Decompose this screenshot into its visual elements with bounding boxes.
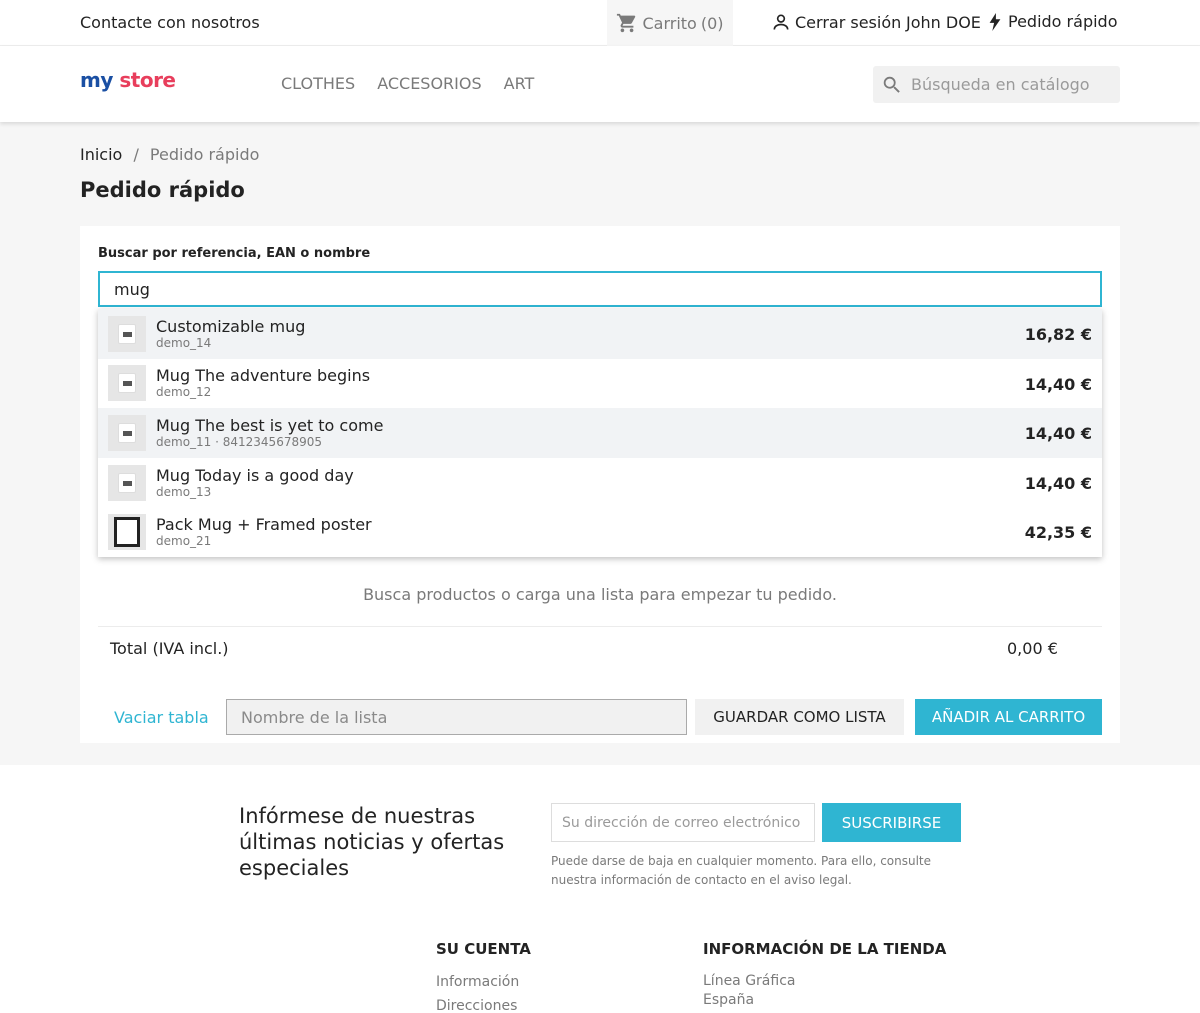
result-text: Mug The best is yet to come demo_11 · 84… (156, 416, 383, 450)
quick-order-link[interactable]: Pedido rápido (988, 12, 1117, 31)
footer-store-title: Información de la tienda (703, 940, 947, 958)
product-search-input[interactable] (98, 271, 1102, 307)
search-result-item[interactable]: Mug The best is yet to come demo_11 · 84… (98, 408, 1102, 458)
save-as-list-button[interactable]: Guardar como lista (695, 699, 904, 735)
divider (98, 626, 1102, 627)
search-result-item[interactable]: Mug Today is a good day demo_13 14,40 € (98, 458, 1102, 508)
total-value: 0,00 € (1007, 639, 1058, 658)
result-name: Mug Today is a good day (156, 465, 354, 485)
page-title: Pedido rápido (80, 178, 245, 202)
search-result-item[interactable]: Customizable mug demo_14 16,82 € (98, 309, 1102, 359)
result-price: 42,35 € (1024, 523, 1092, 543)
newsletter-note: Puede darse de baja en cualquier momento… (551, 854, 932, 887)
main-nav: CLOTHES ACCESORIOS ART (281, 74, 534, 93)
subscribe-button[interactable]: Suscribirse (822, 803, 961, 842)
mug-icon (118, 472, 136, 493)
nav-item-clothes[interactable]: CLOTHES (281, 74, 355, 93)
result-name: Customizable mug (156, 316, 306, 336)
cart-icon (617, 13, 636, 33)
result-reference: demo_11 · 8412345678905 (156, 434, 322, 449)
product-thumbnail (108, 365, 146, 402)
catalog-search (873, 66, 1120, 103)
product-thumbnail (108, 414, 146, 451)
frame-icon (114, 517, 140, 548)
result-name: Mug The best is yet to come (156, 415, 384, 435)
result-price: 14,40 € (1024, 473, 1092, 493)
product-thumbnail (108, 315, 146, 352)
footer-account-title: Su cuenta (436, 940, 531, 958)
top-bar: Contacte con nosotros Carrito (0) Cerrar… (0, 0, 1200, 46)
result-reference: demo_12 (156, 385, 212, 400)
cart-count: (0) (700, 13, 724, 33)
result-reference: demo_21 (156, 534, 212, 549)
result-reference: demo_14 (156, 335, 212, 350)
cart-label: Carrito (642, 13, 697, 33)
nav-item-accesorios[interactable]: ACCESORIOS (377, 74, 481, 93)
empty-order-message: Busca productos o carga una lista para e… (363, 585, 837, 604)
logo-text-store: store (119, 68, 176, 92)
total-label: Total (IVA incl.) (110, 639, 229, 658)
quick-order-label: Pedido rápido (1008, 12, 1118, 31)
logo-text-my: my (80, 68, 113, 92)
result-price: 14,40 € (1024, 424, 1092, 444)
product-search-label: Buscar por referencia, EAN o nombre (98, 246, 371, 261)
mug-icon (118, 373, 136, 394)
result-text: Mug Today is a good day demo_13 (156, 466, 354, 500)
store-logo[interactable]: my store (80, 68, 176, 92)
account-username[interactable]: John DOE (906, 13, 981, 32)
nav-item-art[interactable]: ART (504, 74, 535, 93)
product-thumbnail (108, 514, 146, 551)
newsletter-title: Infórmese de nuestras últimas noticias y… (239, 804, 505, 880)
search-icon[interactable] (881, 74, 903, 96)
lightning-icon (989, 12, 1001, 31)
result-name: Pack Mug + Framed poster (156, 515, 372, 535)
footer-store-name: Línea Gráfica (703, 973, 796, 989)
result-name: Mug The adventure begins (156, 366, 371, 386)
breadcrumb-separator: / (133, 145, 139, 164)
mug-icon (118, 323, 136, 344)
logout-link[interactable]: Cerrar sesión (771, 12, 901, 32)
newsletter-email-input[interactable] (551, 803, 815, 842)
catalog-search-input[interactable] (911, 75, 1111, 94)
footer-link-information[interactable]: Información (436, 974, 519, 990)
result-text: Customizable mug demo_14 (156, 317, 305, 351)
user-icon (773, 14, 789, 30)
product-thumbnail (108, 464, 146, 501)
breadcrumb: Inicio / Pedido rápido (80, 145, 259, 164)
result-text: Pack Mug + Framed poster demo_21 (156, 515, 372, 549)
result-price: 14,40 € (1024, 374, 1092, 394)
logout-label: Cerrar sesión (795, 12, 902, 32)
breadcrumb-current: Pedido rápido (149, 145, 260, 164)
result-text: Mug The adventure begins demo_12 (156, 366, 370, 400)
order-actions: Vaciar tabla Guardar como lista Añadir a… (98, 699, 1102, 735)
contact-link[interactable]: Contacte con nosotros (80, 13, 260, 32)
add-to-cart-button[interactable]: Añadir al carrito (915, 699, 1102, 735)
footer: Infórmese de nuestras últimas noticias y… (0, 765, 1200, 1013)
footer-store-country: España (703, 992, 755, 1008)
list-name-input[interactable] (226, 699, 687, 735)
result-reference: demo_13 (156, 484, 212, 499)
quick-order-card: Buscar por referencia, EAN o nombre Cust… (80, 226, 1120, 743)
footer-link-addresses[interactable]: Direcciones (436, 998, 517, 1013)
search-result-item[interactable]: Mug The adventure begins demo_12 14,40 € (98, 359, 1102, 409)
clear-table-link[interactable]: Vaciar tabla (114, 708, 209, 727)
breadcrumb-home[interactable]: Inicio (80, 145, 122, 164)
main-header: my store CLOTHES ACCESORIOS ART (0, 46, 1200, 122)
search-results-dropdown: Customizable mug demo_14 16,82 € Mug The… (98, 309, 1102, 557)
mug-icon (118, 422, 136, 443)
result-price: 16,82 € (1024, 325, 1092, 344)
cart-button[interactable]: Carrito (0) (607, 0, 733, 46)
search-result-item[interactable]: Pack Mug + Framed poster demo_21 42,35 € (98, 507, 1102, 557)
